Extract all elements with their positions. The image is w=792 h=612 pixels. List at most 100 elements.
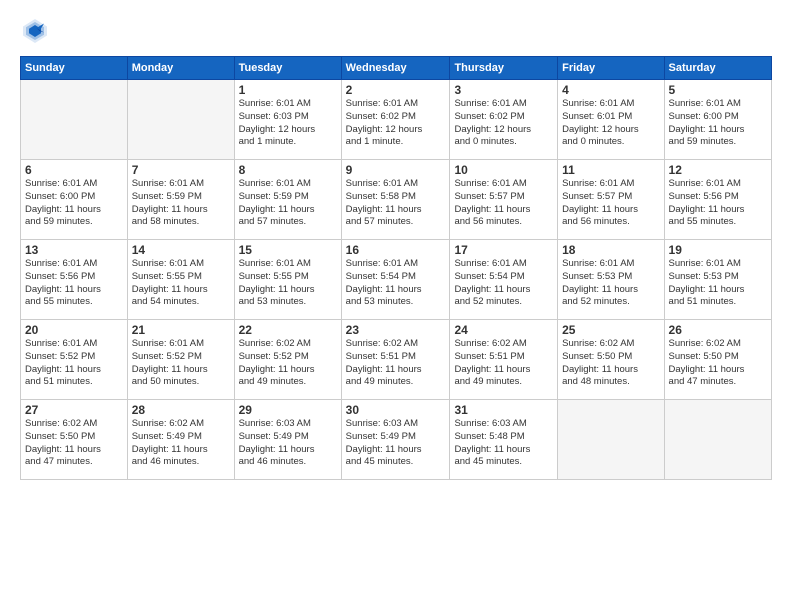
calendar-cell <box>664 400 771 480</box>
day-info: Sunrise: 6:01 AMSunset: 5:56 PMDaylight:… <box>25 258 123 309</box>
page-header <box>20 16 772 46</box>
day-number: 7 <box>132 163 230 177</box>
calendar-cell: 14Sunrise: 6:01 AMSunset: 5:55 PMDayligh… <box>127 240 234 320</box>
day-number: 29 <box>239 403 337 417</box>
week-row-1: 1Sunrise: 6:01 AMSunset: 6:03 PMDaylight… <box>21 80 772 160</box>
day-number: 20 <box>25 323 123 337</box>
day-number: 19 <box>669 243 767 257</box>
column-header-sunday: Sunday <box>21 57 128 80</box>
logo <box>20 16 54 46</box>
calendar-cell: 13Sunrise: 6:01 AMSunset: 5:56 PMDayligh… <box>21 240 128 320</box>
day-info: Sunrise: 6:02 AMSunset: 5:50 PMDaylight:… <box>25 418 123 469</box>
week-row-2: 6Sunrise: 6:01 AMSunset: 6:00 PMDaylight… <box>21 160 772 240</box>
day-info: Sunrise: 6:01 AMSunset: 5:55 PMDaylight:… <box>132 258 230 309</box>
calendar-cell: 5Sunrise: 6:01 AMSunset: 6:00 PMDaylight… <box>664 80 771 160</box>
calendar-cell: 8Sunrise: 6:01 AMSunset: 5:59 PMDaylight… <box>234 160 341 240</box>
day-info: Sunrise: 6:01 AMSunset: 5:55 PMDaylight:… <box>239 258 337 309</box>
logo-icon <box>20 16 50 46</box>
day-info: Sunrise: 6:01 AMSunset: 5:53 PMDaylight:… <box>562 258 659 309</box>
day-number: 12 <box>669 163 767 177</box>
calendar-cell: 29Sunrise: 6:03 AMSunset: 5:49 PMDayligh… <box>234 400 341 480</box>
day-number: 9 <box>346 163 446 177</box>
day-info: Sunrise: 6:02 AMSunset: 5:49 PMDaylight:… <box>132 418 230 469</box>
day-number: 4 <box>562 83 659 97</box>
day-number: 3 <box>454 83 553 97</box>
calendar-cell: 12Sunrise: 6:01 AMSunset: 5:56 PMDayligh… <box>664 160 771 240</box>
day-info: Sunrise: 6:01 AMSunset: 5:54 PMDaylight:… <box>346 258 446 309</box>
day-number: 14 <box>132 243 230 257</box>
day-info: Sunrise: 6:03 AMSunset: 5:49 PMDaylight:… <box>346 418 446 469</box>
day-number: 28 <box>132 403 230 417</box>
calendar-cell: 18Sunrise: 6:01 AMSunset: 5:53 PMDayligh… <box>558 240 664 320</box>
day-info: Sunrise: 6:01 AMSunset: 5:57 PMDaylight:… <box>562 178 659 229</box>
week-row-3: 13Sunrise: 6:01 AMSunset: 5:56 PMDayligh… <box>21 240 772 320</box>
calendar-cell: 25Sunrise: 6:02 AMSunset: 5:50 PMDayligh… <box>558 320 664 400</box>
calendar-cell: 2Sunrise: 6:01 AMSunset: 6:02 PMDaylight… <box>341 80 450 160</box>
day-number: 26 <box>669 323 767 337</box>
calendar-cell: 16Sunrise: 6:01 AMSunset: 5:54 PMDayligh… <box>341 240 450 320</box>
day-number: 13 <box>25 243 123 257</box>
day-number: 25 <box>562 323 659 337</box>
calendar-cell: 31Sunrise: 6:03 AMSunset: 5:48 PMDayligh… <box>450 400 558 480</box>
day-number: 22 <box>239 323 337 337</box>
day-info: Sunrise: 6:01 AMSunset: 6:00 PMDaylight:… <box>25 178 123 229</box>
week-row-5: 27Sunrise: 6:02 AMSunset: 5:50 PMDayligh… <box>21 400 772 480</box>
day-number: 17 <box>454 243 553 257</box>
day-info: Sunrise: 6:01 AMSunset: 5:56 PMDaylight:… <box>669 178 767 229</box>
calendar-cell <box>127 80 234 160</box>
day-info: Sunrise: 6:02 AMSunset: 5:50 PMDaylight:… <box>669 338 767 389</box>
calendar-header-row: SundayMondayTuesdayWednesdayThursdayFrid… <box>21 57 772 80</box>
calendar-cell: 9Sunrise: 6:01 AMSunset: 5:58 PMDaylight… <box>341 160 450 240</box>
day-number: 31 <box>454 403 553 417</box>
calendar-cell: 10Sunrise: 6:01 AMSunset: 5:57 PMDayligh… <box>450 160 558 240</box>
column-header-saturday: Saturday <box>664 57 771 80</box>
column-header-wednesday: Wednesday <box>341 57 450 80</box>
calendar-cell: 19Sunrise: 6:01 AMSunset: 5:53 PMDayligh… <box>664 240 771 320</box>
day-number: 27 <box>25 403 123 417</box>
day-info: Sunrise: 6:03 AMSunset: 5:48 PMDaylight:… <box>454 418 553 469</box>
calendar-cell <box>21 80 128 160</box>
day-info: Sunrise: 6:01 AMSunset: 6:01 PMDaylight:… <box>562 98 659 149</box>
day-number: 6 <box>25 163 123 177</box>
day-number: 11 <box>562 163 659 177</box>
column-header-tuesday: Tuesday <box>234 57 341 80</box>
day-number: 16 <box>346 243 446 257</box>
day-number: 30 <box>346 403 446 417</box>
day-number: 10 <box>454 163 553 177</box>
week-row-4: 20 Sunrise: 6:01 AMSunset: 5:52 PMDayligh… <box>21 320 772 400</box>
day-info: Sunrise: 6:03 AMSunset: 5:49 PMDaylight:… <box>239 418 337 469</box>
calendar-cell: 3Sunrise: 6:01 AMSunset: 6:02 PMDaylight… <box>450 80 558 160</box>
calendar-cell: 20Sunrise: 6:01 AMSunset: 5:52 PMDayligh… <box>21 320 128 400</box>
day-info: Sunrise: 6:02 AMSunset: 5:52 PMDaylight:… <box>239 338 337 389</box>
calendar-cell: 30Sunrise: 6:03 AMSunset: 5:49 PMDayligh… <box>341 400 450 480</box>
day-number: 15 <box>239 243 337 257</box>
calendar-cell: 27Sunrise: 6:02 AMSunset: 5:50 PMDayligh… <box>21 400 128 480</box>
calendar-cell: 7Sunrise: 6:01 AMSunset: 5:59 PMDaylight… <box>127 160 234 240</box>
day-info: Sunrise: 6:01 AMSunset: 5:57 PMDaylight:… <box>454 178 553 229</box>
column-header-monday: Monday <box>127 57 234 80</box>
calendar-cell: 1Sunrise: 6:01 AMSunset: 6:03 PMDaylight… <box>234 80 341 160</box>
calendar-cell: 22Sunrise: 6:02 AMSunset: 5:52 PMDayligh… <box>234 320 341 400</box>
calendar-cell: 21Sunrise: 6:01 AMSunset: 5:52 PMDayligh… <box>127 320 234 400</box>
day-number: 2 <box>346 83 446 97</box>
day-number: 5 <box>669 83 767 97</box>
day-info: Sunrise: 6:01 AMSunset: 6:02 PMDaylight:… <box>346 98 446 149</box>
calendar-cell: 15Sunrise: 6:01 AMSunset: 5:55 PMDayligh… <box>234 240 341 320</box>
day-number: 21 <box>132 323 230 337</box>
day-info: Sunrise: 6:01 AMSunset: 5:59 PMDaylight:… <box>239 178 337 229</box>
day-info: Sunrise: 6:02 AMSunset: 5:50 PMDaylight:… <box>562 338 659 389</box>
day-info: Sunrise: 6:01 AMSunset: 6:02 PMDaylight:… <box>454 98 553 149</box>
day-info: Sunrise: 6:02 AMSunset: 5:51 PMDaylight:… <box>454 338 553 389</box>
day-info: Sunrise: 6:01 AMSunset: 6:00 PMDaylight:… <box>669 98 767 149</box>
calendar-cell: 23Sunrise: 6:02 AMSunset: 5:51 PMDayligh… <box>341 320 450 400</box>
day-number: 1 <box>239 83 337 97</box>
day-number: 18 <box>562 243 659 257</box>
day-info: Sunrise: 6:01 AMSunset: 5:52 PMDaylight:… <box>132 338 230 389</box>
day-info: Sunrise: 6:01 AMSunset: 5:53 PMDaylight:… <box>669 258 767 309</box>
day-number: 24 <box>454 323 553 337</box>
calendar-cell: 24Sunrise: 6:02 AMSunset: 5:51 PMDayligh… <box>450 320 558 400</box>
column-header-friday: Friday <box>558 57 664 80</box>
calendar-cell: 6Sunrise: 6:01 AMSunset: 6:00 PMDaylight… <box>21 160 128 240</box>
calendar-cell: 17Sunrise: 6:01 AMSunset: 5:54 PMDayligh… <box>450 240 558 320</box>
day-info: Sunrise: 6:02 AMSunset: 5:51 PMDaylight:… <box>346 338 446 389</box>
